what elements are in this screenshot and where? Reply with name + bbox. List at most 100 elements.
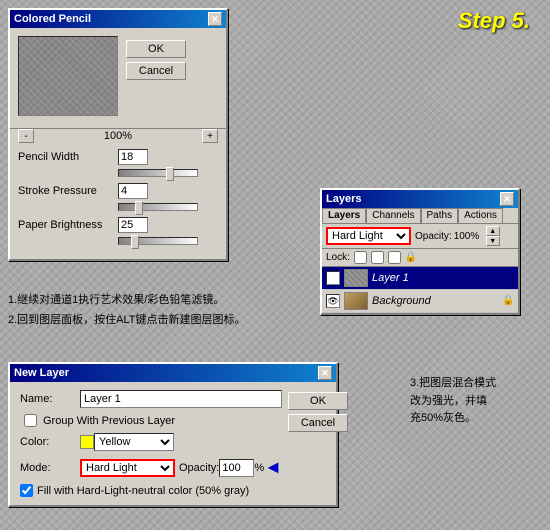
paper-brightness-input[interactable] — [118, 217, 148, 233]
background-thumbnail — [344, 292, 368, 310]
params-area: Pencil Width Stroke Pressure Paper Brigh… — [10, 149, 226, 259]
instruction-1: 1.继续对通道1执行艺术效果/彩色铅笔滤镜。 — [8, 292, 318, 309]
fill-checkbox[interactable] — [20, 484, 33, 497]
colored-pencil-title: Colored Pencil — [14, 13, 208, 25]
pencil-width-row: Pencil Width — [18, 149, 218, 165]
layers-tabs: Layers Channels Paths Actions — [322, 208, 518, 224]
tab-channels[interactable]: Channels — [366, 208, 420, 223]
opacity-up-button[interactable]: ▲ — [486, 226, 500, 236]
colored-pencil-ok-button[interactable]: OK — [126, 40, 186, 58]
stroke-pressure-label: Stroke Pressure — [18, 185, 118, 197]
new-layer-body: Name: Group With Previous Layer Color: Y… — [10, 382, 336, 505]
layer-item-1[interactable]: 👁 Layer 1 — [322, 267, 518, 290]
pencil-width-slider[interactable] — [118, 169, 198, 177]
stroke-pressure-row: Stroke Pressure — [18, 183, 218, 199]
name-label: Name: — [20, 393, 80, 405]
layer-1-eye-icon[interactable]: 👁 — [326, 271, 340, 285]
color-swatch — [80, 435, 94, 449]
stroke-pressure-slider-row — [18, 203, 218, 211]
new-layer-titlebar: New Layer ✕ — [10, 364, 336, 382]
opacity-input[interactable] — [219, 459, 254, 477]
stroke-pressure-thumb[interactable] — [135, 201, 143, 215]
zoom-plus-button[interactable]: + — [202, 129, 218, 143]
zoom-row: - 100% + — [10, 128, 226, 143]
tab-paths[interactable]: Paths — [421, 208, 459, 223]
new-layer-fields: Name: Group With Previous Layer Color: Y… — [20, 390, 282, 497]
paper-brightness-slider-row — [18, 237, 218, 245]
colored-pencil-cancel-button[interactable]: Cancel — [126, 62, 186, 80]
colored-pencil-dialog: Colored Pencil ✕ OK Cancel - 100% + Penc… — [8, 8, 228, 261]
fill-row: Fill with Hard-Light-neutral color (50% … — [20, 484, 282, 497]
tab-layers[interactable]: Layers — [322, 208, 366, 223]
blend-row: Hard Light Opacity: 100% ▲ ▼ — [322, 224, 518, 249]
arrow-icon: ◄ — [264, 457, 282, 478]
group-checkbox-row: Group With Previous Layer — [20, 414, 282, 427]
layers-close-button[interactable]: ✕ — [500, 192, 514, 206]
pencil-width-input[interactable] — [118, 149, 148, 165]
new-layer-cancel-button[interactable]: Cancel — [288, 414, 348, 432]
new-layer-main-area: Name: Group With Previous Layer Color: Y… — [20, 390, 326, 497]
background-lock-icon: 🔒 — [502, 295, 514, 307]
color-select[interactable]: Yellow — [94, 433, 174, 451]
stroke-pressure-input[interactable] — [118, 183, 148, 199]
stroke-pressure-slider[interactable] — [118, 203, 198, 211]
step-label: Step 5. — [458, 8, 530, 34]
side-instruction-text: 3.把图层混合模式改为强光，并填充50%灰色。 — [410, 377, 496, 424]
colored-pencil-buttons: OK Cancel — [126, 40, 186, 80]
layers-title: Layers — [326, 193, 500, 205]
lock-transparent-checkbox[interactable] — [354, 251, 367, 264]
opacity-stepper[interactable]: ▲ ▼ — [486, 226, 500, 246]
opacity-down-button[interactable]: ▼ — [486, 236, 500, 246]
instruction-2-text: 2.回到图层面板，按住ALT键点击新建图层图标。 — [8, 314, 246, 326]
side-instruction: 3.把图层混合模式改为强光，并填充50%灰色。 — [410, 375, 540, 428]
paper-brightness-row: Paper Brightness — [18, 217, 218, 233]
new-layer-dialog: New Layer ✕ Name: Group With Previous La… — [8, 362, 338, 507]
group-checkbox[interactable] — [24, 414, 37, 427]
layer-item-background[interactable]: 👁 Background 🔒 — [322, 290, 518, 313]
new-layer-buttons: OK Cancel — [288, 390, 348, 497]
lock-position-checkbox[interactable] — [388, 251, 401, 264]
opacity-label: Opacity: — [179, 462, 219, 474]
new-layer-close-button[interactable]: ✕ — [318, 366, 332, 380]
mode-select[interactable]: Hard Light — [80, 459, 175, 477]
pencil-width-thumb[interactable] — [166, 167, 174, 181]
instruction-2: 2.回到图层面板，按住ALT键点击新建图层图标。 — [8, 312, 318, 329]
color-label: Color: — [20, 436, 80, 448]
colored-pencil-body: OK Cancel — [10, 28, 226, 128]
zoom-percent: 100% — [38, 130, 198, 142]
paper-brightness-thumb[interactable] — [131, 235, 139, 249]
mode-label: Mode: — [20, 462, 80, 474]
color-row: Color: Yellow — [20, 433, 282, 451]
opacity-row: Opacity: 100% ▲ ▼ — [415, 226, 500, 246]
pencil-width-slider-row — [18, 169, 218, 177]
lock-row: Lock: 🔒 — [322, 249, 518, 267]
layers-panel: Layers ✕ Layers Channels Paths Actions H… — [320, 188, 520, 315]
layer-1-thumbnail — [344, 269, 368, 287]
zoom-minus-button[interactable]: - — [18, 129, 34, 143]
name-input[interactable] — [80, 390, 282, 408]
background-name: Background — [372, 295, 498, 307]
layer-1-name: Layer 1 — [372, 272, 514, 284]
background-eye-icon[interactable]: 👁 — [326, 294, 340, 308]
tab-actions[interactable]: Actions — [458, 208, 503, 223]
group-label: Group With Previous Layer — [43, 415, 175, 427]
lock-paint-checkbox[interactable] — [371, 251, 384, 264]
opacity-value: 100% — [454, 231, 484, 242]
new-layer-ok-button[interactable]: OK — [288, 392, 348, 410]
paper-brightness-label: Paper Brightness — [18, 219, 118, 231]
name-row: Name: — [20, 390, 282, 408]
colored-pencil-close-button[interactable]: ✕ — [208, 12, 222, 26]
blend-mode-select[interactable]: Hard Light — [326, 227, 411, 245]
opacity-label: Opacity: — [415, 231, 452, 242]
colored-pencil-preview — [18, 36, 118, 116]
new-layer-title: New Layer — [14, 367, 318, 379]
paper-brightness-slider[interactable] — [118, 237, 198, 245]
mode-row: Mode: Hard Light Opacity: % ◄ — [20, 457, 282, 478]
pencil-width-label: Pencil Width — [18, 151, 118, 163]
lock-all-icon: 🔒 — [405, 252, 417, 263]
lock-label: Lock: — [326, 252, 350, 263]
colored-pencil-titlebar: Colored Pencil ✕ — [10, 10, 226, 28]
percent-sign: % — [254, 462, 264, 474]
instruction-1-text: 1.继续对通道1执行艺术效果/彩色铅笔滤镜。 — [8, 294, 224, 306]
fill-label: Fill with Hard-Light-neutral color (50% … — [37, 485, 249, 497]
